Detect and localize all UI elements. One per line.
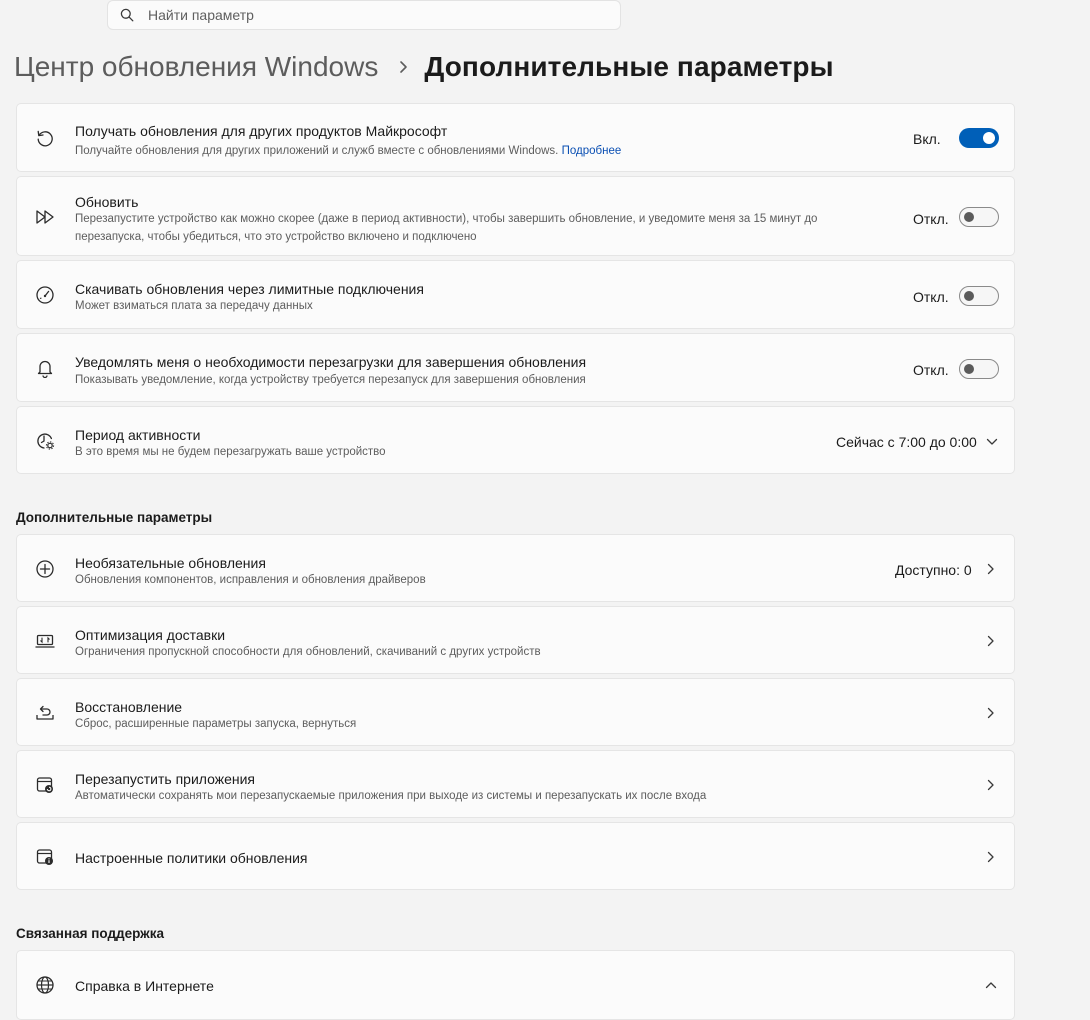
plus-circle-icon	[36, 560, 54, 578]
clock-gear-icon	[37, 433, 55, 450]
toggle-knob	[964, 364, 974, 374]
optional-updates-count: Доступно: 0	[895, 562, 972, 578]
active-hours-value: Сейчас с 7:00 до 0:00	[836, 434, 977, 450]
setting-row-notify-restart[interactable]: Уведомлять меня о необходимости перезагр…	[16, 333, 1015, 402]
setting-title: Необязательные обновления	[75, 555, 266, 571]
setting-row-active-hours[interactable]: Период активности В это время мы не буде…	[16, 406, 1015, 474]
setting-title: Восстановление	[75, 699, 183, 715]
expander-help-online[interactable]: Справка в Интернете	[16, 950, 1015, 1020]
setting-description: Может взиматься плата за передачу данных	[75, 300, 313, 312]
search-icon	[120, 8, 134, 22]
chevron-right-icon	[987, 635, 994, 647]
chevron-right-icon	[987, 563, 994, 575]
setting-description: Ограничения пропускной способности для о…	[75, 646, 541, 658]
chevron-down-icon[interactable]	[986, 436, 998, 448]
history-icon	[37, 130, 53, 147]
setting-description: Автоматически сохранять мои перезапускае…	[75, 790, 707, 802]
bell-icon	[37, 360, 53, 378]
setting-description: Показывать уведомление, когда устройству…	[75, 374, 586, 386]
delivery-optimization-icon	[35, 634, 55, 648]
setting-description: Перезапустите устройство как можно скоре…	[75, 213, 818, 243]
toggle-state-label: Откл.	[913, 289, 949, 305]
page-title: Дополнительные параметры	[424, 51, 834, 82]
setting-title: Оптимизация доставки	[75, 627, 226, 643]
chevron-right-icon	[987, 707, 994, 719]
setting-title: Справка в Интернете	[75, 978, 214, 994]
setting-description: В это время мы не будем перезагружать ва…	[75, 446, 386, 458]
nav-row-optional-updates[interactable]: Необязательные обновления Обновления ком…	[16, 534, 1015, 602]
setting-title: Настроенные политики обновления	[75, 850, 308, 866]
fast-forward-icon	[36, 210, 54, 224]
policy-info-icon	[36, 849, 53, 865]
toggle-switch[interactable]	[959, 286, 999, 306]
setting-row-restart-asap[interactable]: Обновить Перезапустите устройство как мо…	[16, 176, 1015, 256]
toggle-knob	[964, 212, 974, 222]
toggle-knob	[964, 291, 974, 301]
search-box[interactable]: Найти параметр	[107, 0, 621, 30]
toggle-state-label: Откл.	[913, 211, 949, 227]
globe-icon	[36, 976, 54, 994]
setting-description: Получайте обновления для других приложен…	[75, 145, 622, 157]
recovery-icon	[36, 705, 54, 720]
breadcrumb: Центр обновления Windows Дополнительные …	[14, 46, 834, 88]
setting-title: Скачивать обновления через лимитные подк…	[75, 281, 424, 297]
section-heading-support: Связанная поддержка	[16, 926, 165, 941]
setting-description: Сброс, расширенные параметры запуска, ве…	[75, 718, 357, 730]
nav-row-delivery-optimization[interactable]: Оптимизация доставки Ограничения пропуск…	[16, 606, 1015, 674]
section-heading-additional: Дополнительные параметры	[16, 510, 213, 525]
setting-title: Обновить	[75, 194, 139, 210]
toggle-state-label: Вкл.	[913, 131, 941, 147]
toggle-state-label: Откл.	[913, 362, 949, 378]
setting-title: Перезапустить приложения	[75, 771, 255, 787]
setting-title: Период активности	[75, 427, 201, 443]
breadcrumb-parent-link[interactable]: Центр обновления Windows	[14, 51, 378, 83]
setting-row-other-products[interactable]: Получать обновления для других продуктов…	[16, 103, 1015, 172]
learn-more-link[interactable]: Подробнее	[562, 145, 622, 157]
restart-apps-icon	[36, 777, 53, 793]
setting-title: Получать обновления для других продуктов…	[75, 123, 448, 139]
chevron-right-icon	[987, 779, 994, 791]
toggle-switch[interactable]	[959, 359, 999, 379]
setting-title: Уведомлять меня о необходимости перезагр…	[75, 354, 587, 370]
setting-row-metered[interactable]: Скачивать обновления через лимитные подк…	[16, 260, 1015, 329]
chevron-up-icon[interactable]	[985, 979, 997, 991]
chevron-right-icon	[987, 851, 994, 863]
toggle-switch[interactable]	[959, 128, 999, 148]
toggle-knob	[983, 132, 995, 144]
nav-row-recovery[interactable]: Восстановление Сброс, расширенные параме…	[16, 678, 1015, 746]
toggle-switch[interactable]	[959, 207, 999, 227]
nav-row-restart-apps[interactable]: Перезапустить приложения Автоматически с…	[16, 750, 1015, 818]
chevron-right-icon	[400, 61, 408, 73]
gauge-icon	[36, 286, 54, 304]
setting-description: Обновления компонентов, исправления и об…	[75, 574, 426, 586]
search-input[interactable]: Найти параметр	[148, 7, 254, 23]
nav-row-update-policies[interactable]: Настроенные политики обновления	[16, 822, 1015, 890]
